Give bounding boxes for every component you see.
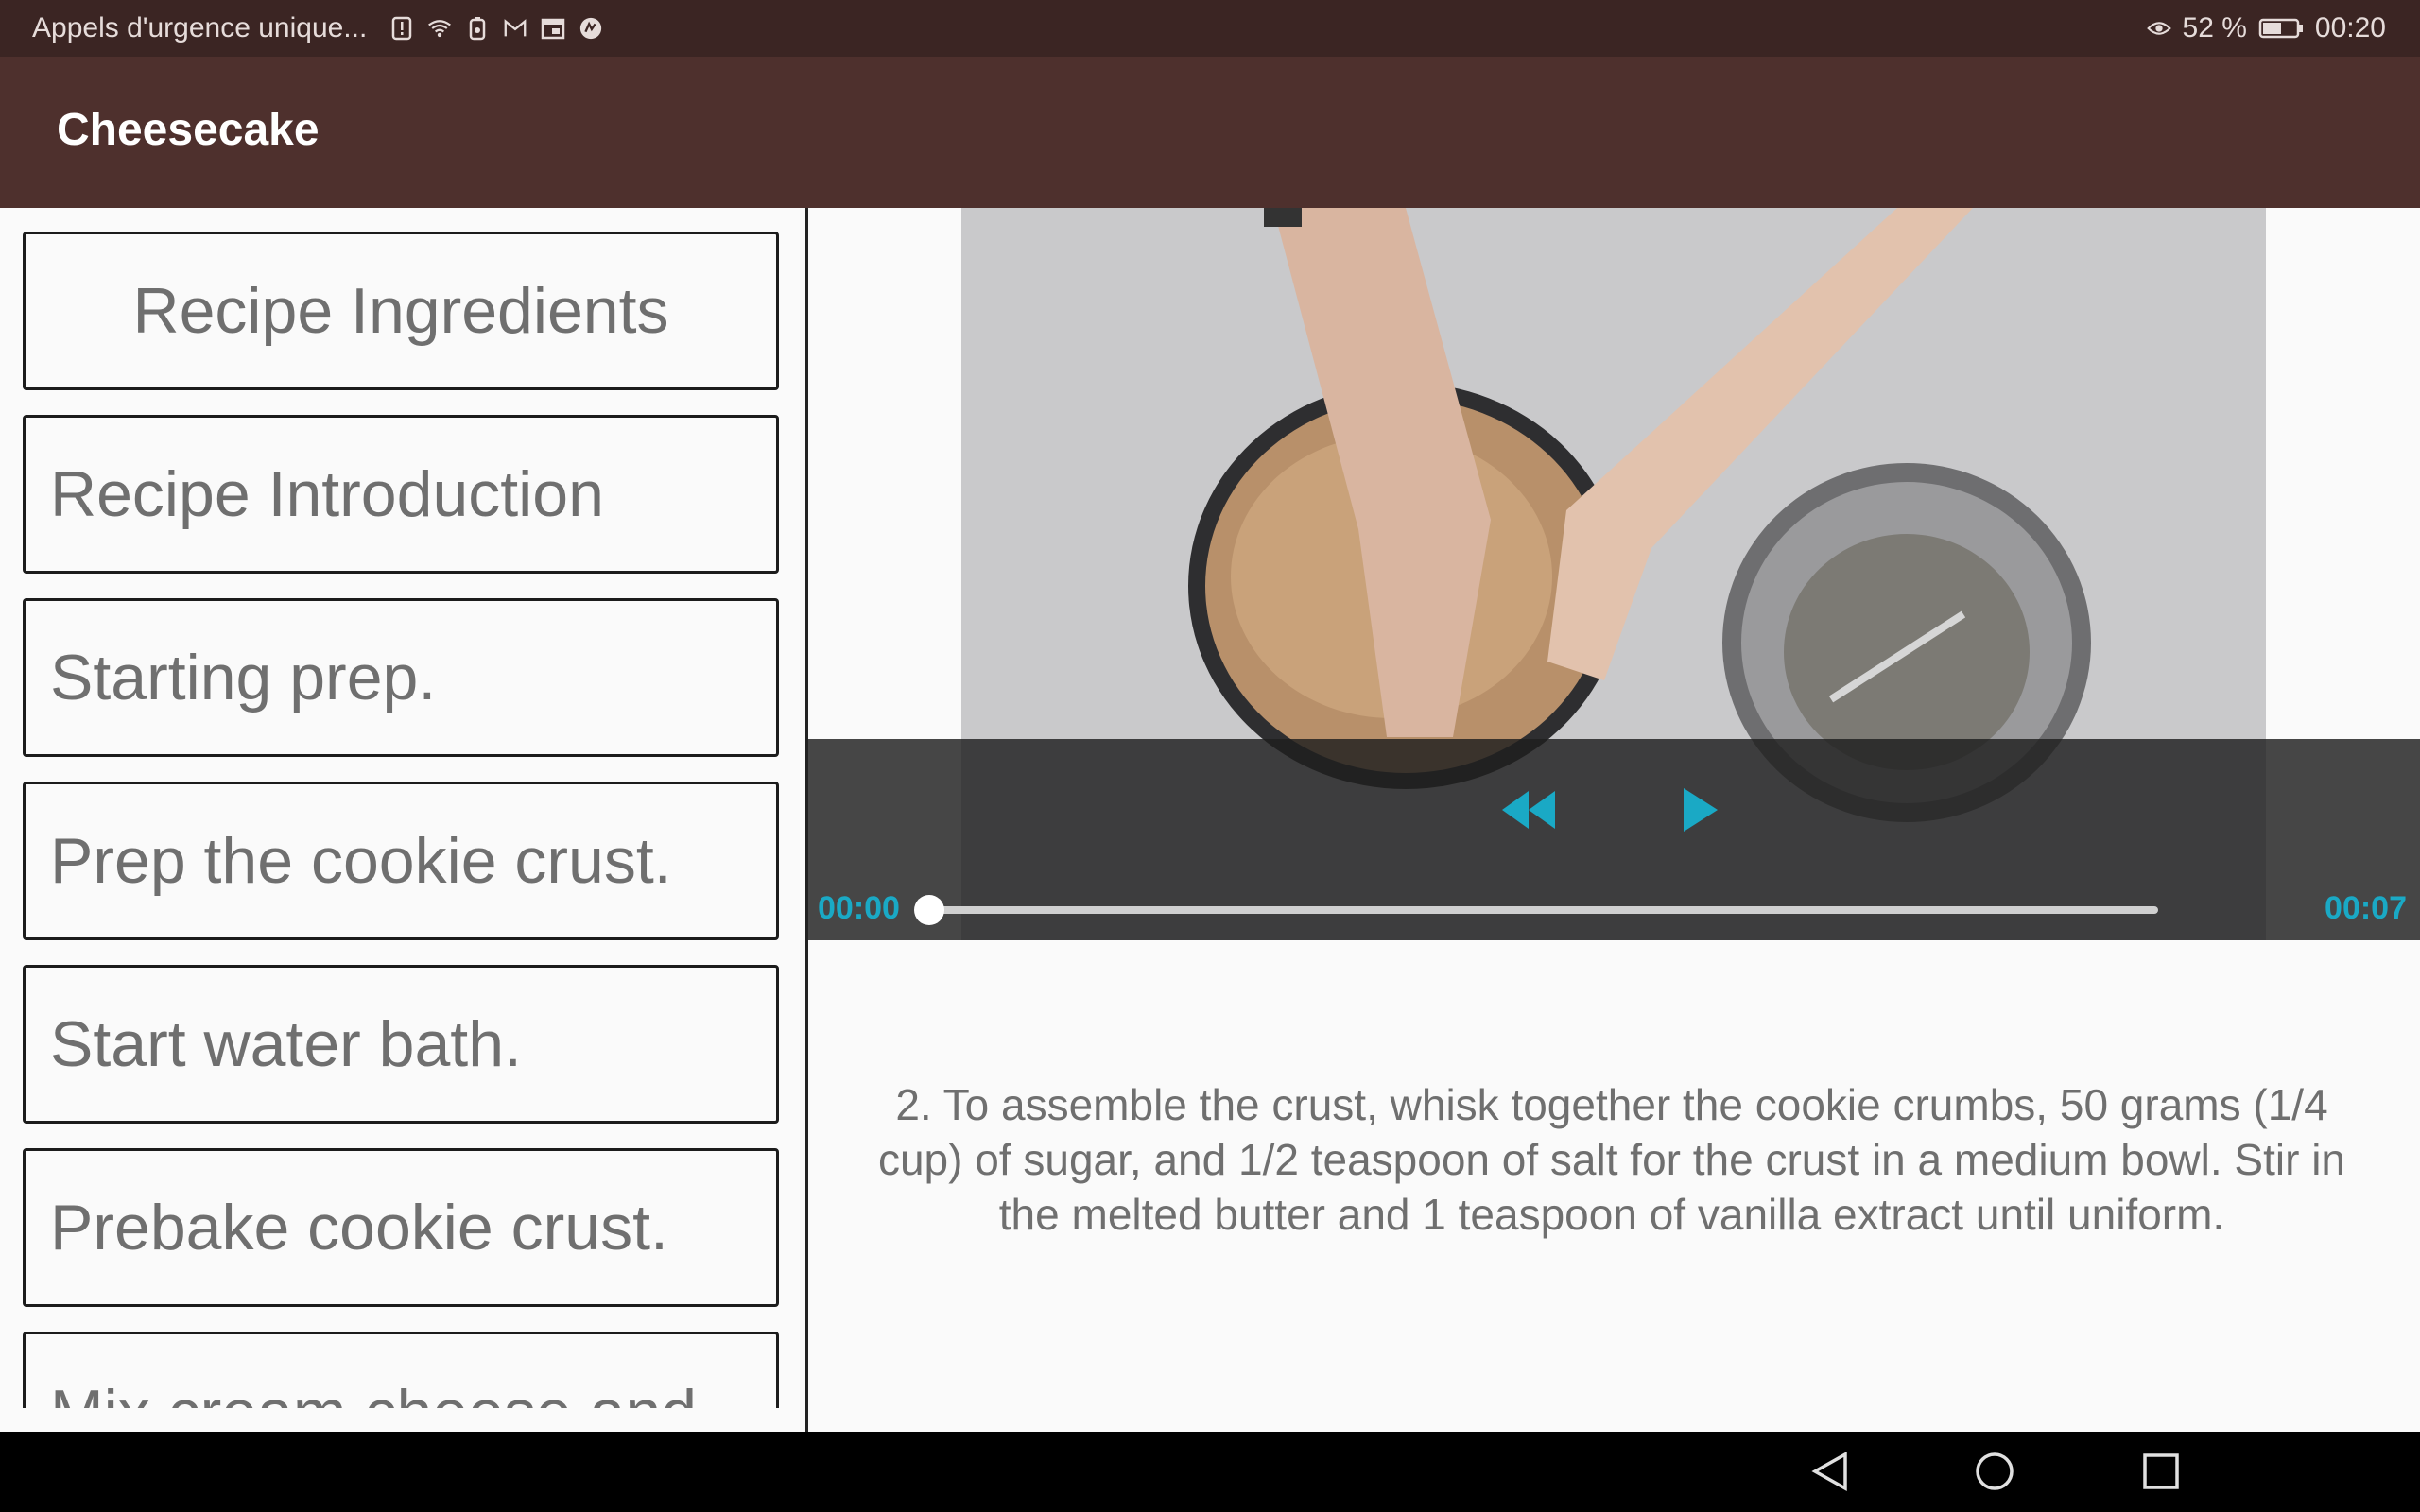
seek-bar[interactable] bbox=[929, 906, 2158, 914]
sim-icon bbox=[465, 14, 490, 43]
step-button[interactable]: Recipe Ingredients bbox=[23, 232, 779, 390]
gmail-icon bbox=[503, 14, 527, 43]
player-controls: 00:00 00:07 bbox=[808, 739, 2420, 940]
battery-icon bbox=[2258, 14, 2304, 43]
play-icon[interactable] bbox=[1680, 784, 1721, 840]
eye-icon bbox=[2146, 14, 2171, 43]
clock: 00:20 bbox=[2314, 12, 2386, 43]
page-title: Cheesecake bbox=[57, 105, 320, 155]
step-button[interactable]: Prep the cookie crust. bbox=[23, 782, 779, 940]
rewind-icon[interactable] bbox=[1498, 786, 1559, 838]
recents-icon[interactable] bbox=[2138, 1449, 2184, 1499]
alert-icon bbox=[389, 14, 414, 43]
carrier-text: Appels d'urgence unique... bbox=[32, 12, 368, 43]
system-nav-bar bbox=[0, 1432, 2420, 1512]
app-bar: Cheesecake bbox=[0, 57, 2420, 208]
duration-time: 00:07 bbox=[2325, 890, 2407, 926]
app-icon bbox=[579, 14, 603, 43]
home-icon[interactable] bbox=[1972, 1449, 2017, 1499]
status-bar: Appels d'urgence unique... 52 % 00:20 bbox=[0, 0, 2420, 57]
battery-percent: 52 % bbox=[2182, 12, 2247, 43]
calendar-icon bbox=[541, 14, 565, 43]
step-button[interactable]: Mix cream cheese and bbox=[23, 1332, 779, 1408]
step-description: 2. To assemble the crust, whisk together… bbox=[877, 1080, 2346, 1239]
wifi-icon bbox=[427, 14, 452, 43]
back-icon[interactable] bbox=[1807, 1449, 1853, 1499]
step-button[interactable]: Recipe Introduction bbox=[23, 415, 779, 574]
current-time: 00:00 bbox=[818, 890, 900, 926]
step-button[interactable]: Prebake cookie crust. bbox=[23, 1148, 779, 1307]
seek-thumb[interactable] bbox=[914, 895, 944, 925]
steps-list[interactable]: Recipe Ingredients Recipe Introduction S… bbox=[0, 208, 805, 1408]
step-button[interactable]: Start water bath. bbox=[23, 965, 779, 1124]
step-button[interactable]: Starting prep. bbox=[23, 598, 779, 757]
